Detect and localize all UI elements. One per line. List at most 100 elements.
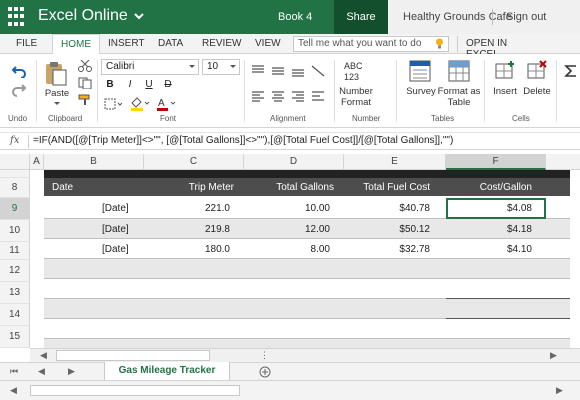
horizontal-scrollbar[interactable]: ◀ ⋮ ▶	[30, 348, 580, 362]
table-cell[interactable]: $4.10	[446, 244, 532, 255]
survey-button[interactable]: Survey	[402, 86, 440, 97]
column-header-f[interactable]: F	[446, 154, 546, 170]
autosum-icon[interactable]	[564, 64, 578, 78]
font-name-select[interactable]: Calibri	[101, 59, 199, 75]
row-header-8[interactable]: 8	[0, 178, 30, 198]
table-cell[interactable]: [Date]	[102, 203, 129, 214]
select-all-corner[interactable]	[0, 154, 30, 170]
format-as-table-icon[interactable]	[448, 60, 470, 82]
row-header-9[interactable]: 9	[0, 198, 30, 220]
column-header-a[interactable]: A	[30, 154, 44, 170]
table-cell[interactable]: 219.8	[144, 224, 230, 235]
table-header-total-fuel-cost[interactable]: Total Fuel Cost	[336, 182, 430, 193]
app-launcher-icon[interactable]	[8, 7, 28, 27]
bottom-scrollbar[interactable]: ◀ ▶	[0, 380, 580, 400]
tell-me-input[interactable]: Tell me what you want to do	[293, 36, 449, 52]
paste-icon[interactable]	[44, 60, 68, 86]
font-size-select[interactable]: 10	[202, 59, 240, 75]
row-header-7[interactable]	[0, 170, 30, 178]
scroll-left-icon[interactable]: ◀	[10, 385, 17, 396]
format-as-table-button[interactable]: Format as Table	[436, 86, 482, 108]
function-icon[interactable]: fx	[10, 135, 19, 146]
table-row-empty[interactable]	[44, 259, 570, 279]
column-header-e[interactable]: E	[344, 154, 446, 170]
table-row-empty[interactable]	[44, 299, 570, 319]
first-sheet-icon[interactable]: ⏮	[10, 366, 18, 377]
table-header-trip-meter[interactable]: Trip Meter	[144, 182, 234, 193]
table-header-date[interactable]: Date	[52, 182, 73, 193]
tab-insert[interactable]: INSERT	[108, 38, 145, 49]
open-in-excel-button[interactable]: OPEN IN EXCEL	[457, 36, 539, 60]
previous-sheet-icon[interactable]: ◀	[38, 366, 45, 377]
row-header-11[interactable]: 11	[0, 242, 30, 260]
redo-icon[interactable]	[11, 84, 27, 98]
table-cell[interactable]: [Date]	[102, 224, 129, 235]
bold-button[interactable]: B	[104, 79, 116, 90]
table-row-empty[interactable]	[44, 339, 570, 348]
survey-icon[interactable]	[409, 60, 431, 82]
scroll-left-icon[interactable]: ◀	[40, 350, 47, 361]
more-columns-icon[interactable]: ⋮	[260, 350, 269, 361]
insert-cells-icon[interactable]	[494, 60, 516, 82]
delete-cells-icon[interactable]	[526, 60, 548, 82]
scroll-right-icon[interactable]: ▶	[550, 350, 557, 361]
chevron-down-icon[interactable]	[132, 9, 146, 23]
table-cell[interactable]: 180.0	[144, 244, 230, 255]
table-row-empty[interactable]	[44, 319, 570, 339]
italic-button[interactable]: I	[124, 79, 136, 90]
copy-icon[interactable]	[78, 77, 92, 89]
formula-input[interactable]: =IF(AND([@[Trip Meter]]<>"", [@[Total Ga…	[33, 135, 453, 146]
table-cell[interactable]: $4.18	[446, 224, 532, 235]
workbook-name[interactable]: Book 4	[278, 11, 312, 23]
font-color-icon[interactable]: A	[156, 97, 176, 111]
row-header-13[interactable]: 13	[0, 282, 30, 304]
table-header-cost-per-gallon[interactable]: Cost/Gallon	[440, 182, 532, 193]
cut-icon[interactable]	[78, 60, 92, 72]
tab-home[interactable]: HOME	[52, 34, 100, 55]
scroll-right-icon[interactable]: ▶	[556, 385, 563, 396]
strikethrough-button[interactable]: D	[162, 79, 174, 90]
sign-out-link[interactable]: Sign out	[506, 11, 546, 23]
selected-cell[interactable]	[446, 198, 546, 219]
chevron-down-icon[interactable]	[54, 102, 60, 105]
table-cell[interactable]: 221.0	[144, 203, 230, 214]
alignment-buttons-icon[interactable]	[250, 62, 330, 112]
row-header-10[interactable]: 10	[0, 220, 30, 242]
paste-label[interactable]: Paste	[42, 88, 72, 99]
delete-button[interactable]: Delete	[520, 86, 554, 97]
tab-data[interactable]: DATA	[158, 38, 183, 49]
tab-review[interactable]: REVIEW	[202, 38, 241, 49]
column-header-b[interactable]: B	[44, 154, 144, 170]
row-header-15[interactable]: 15	[0, 326, 30, 348]
row-header-12[interactable]: 12	[0, 260, 30, 282]
sheet-tab-gas-mileage-tracker[interactable]: Gas Mileage Tracker	[104, 362, 230, 381]
next-sheet-icon[interactable]: ▶	[68, 366, 75, 377]
format-painter-icon[interactable]	[78, 94, 92, 106]
fill-color-icon[interactable]	[130, 97, 150, 111]
table-cell[interactable]: $32.78	[344, 244, 430, 255]
table-cell[interactable]: 10.00	[244, 203, 330, 214]
table-cell[interactable]: [Date]	[102, 244, 129, 255]
user-name[interactable]: Healthy Grounds Cafe	[403, 11, 512, 23]
column-header-c[interactable]: C	[144, 154, 244, 170]
table-cell[interactable]: 8.00	[244, 244, 330, 255]
number-format-icon[interactable]: ABC123	[342, 60, 368, 82]
tab-view[interactable]: VIEW	[255, 38, 281, 49]
add-sheet-icon[interactable]	[259, 366, 271, 378]
table-header-total-gallons[interactable]: Total Gallons	[244, 182, 334, 193]
column-header-d[interactable]: D	[244, 154, 344, 170]
borders-icon[interactable]	[104, 98, 124, 110]
scrollbar-thumb[interactable]	[30, 385, 240, 396]
share-button[interactable]: Share	[334, 0, 388, 34]
scrollbar-thumb[interactable]	[56, 350, 210, 361]
number-format-label[interactable]: Number Format	[336, 86, 376, 108]
table-row-empty[interactable]	[44, 279, 570, 299]
row-header-14[interactable]: 14	[0, 304, 30, 326]
tab-file[interactable]: FILE	[16, 38, 37, 49]
insert-button[interactable]: Insert	[488, 86, 522, 97]
undo-icon[interactable]	[11, 64, 27, 78]
table-cell[interactable]: $50.12	[344, 224, 430, 235]
underline-button[interactable]: U	[143, 79, 155, 90]
table-cell[interactable]: $40.78	[344, 203, 430, 214]
table-cell[interactable]: 12.00	[244, 224, 330, 235]
